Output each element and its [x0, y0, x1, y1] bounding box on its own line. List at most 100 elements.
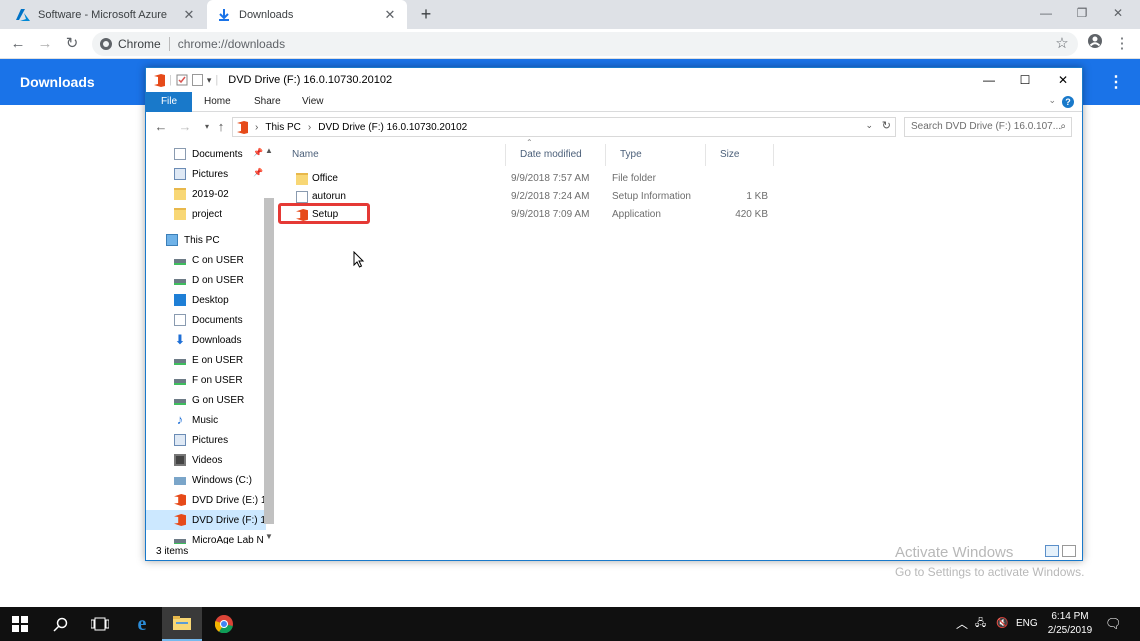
nav-item-project[interactable]: project	[146, 204, 266, 224]
explorer-address-bar[interactable]: › This PC › DVD Drive (F:) 16.0.10730.20…	[232, 117, 896, 137]
nav-item-this-pc[interactable]: This PC	[146, 230, 266, 250]
expand-ribbon-icon[interactable]: ⌄	[1048, 95, 1056, 106]
nav-item-pictures[interactable]: Pictures	[146, 430, 266, 450]
chrome-icon[interactable]	[204, 607, 244, 641]
nav-item-f-on-user[interactable]: F on USER	[146, 370, 266, 390]
file-name: Office	[312, 173, 338, 184]
search-input[interactable]: Search DVD Drive (F:) 16.0.107... ⌕	[904, 117, 1072, 137]
properties-icon[interactable]	[176, 74, 188, 86]
nav-item-microage-lab[interactable]: MicroAge Lab N	[146, 530, 266, 544]
maximize-icon[interactable]: ☐	[1006, 68, 1044, 92]
column-header-type[interactable]: Type	[606, 144, 706, 166]
omnibox-url: chrome://downloads	[177, 37, 286, 51]
breadcrumb-dvd-drive[interactable]: DVD Drive (F:) 16.0.10730.20102	[318, 122, 467, 133]
folder-icon	[296, 173, 308, 185]
nav-item-pictures-pinned[interactable]: Pictures 📌	[146, 164, 266, 184]
notifications-icon[interactable]: 🗨	[1105, 607, 1122, 641]
nav-item-documents[interactable]: Documents	[146, 310, 266, 330]
tab-home[interactable]: Home	[194, 92, 241, 112]
task-view-icon[interactable]	[80, 607, 120, 641]
nav-item-label: Pictures	[192, 168, 229, 180]
tab-downloads[interactable]: Downloads ✕	[207, 0, 407, 29]
address-bar[interactable]: Chrome chrome://downloads	[92, 32, 1078, 56]
file-type: Application	[612, 209, 661, 220]
show-hidden-icons-icon[interactable]: ︿	[956, 607, 968, 641]
new-folder-icon[interactable]	[191, 74, 203, 86]
nav-item-label: E on USER	[192, 354, 244, 366]
download-icon	[217, 8, 231, 22]
address-dropdown-icon[interactable]: ⌄	[865, 120, 873, 131]
details-view-icon[interactable]	[1045, 545, 1059, 557]
nav-item-dvd-drive-e[interactable]: DVD Drive (E:) 16	[146, 490, 266, 510]
scroll-up-icon[interactable]: ▲	[264, 146, 274, 155]
tab-file[interactable]: File	[146, 92, 192, 112]
nav-item-downloads[interactable]: ⬇ Downloads	[146, 330, 266, 350]
nav-item-c-on-user[interactable]: C on USER	[146, 250, 266, 270]
scroll-down-icon[interactable]: ▼	[264, 532, 274, 541]
column-header-date-modified[interactable]: Date modified	[506, 144, 606, 166]
downloads-menu-icon[interactable]: ⋮	[1108, 72, 1124, 92]
nav-item-label: This PC	[184, 234, 220, 246]
nav-item-label: Pictures	[192, 434, 229, 446]
forward-icon[interactable]: →	[35, 34, 55, 54]
nav-item-dvd-drive-f[interactable]: DVD Drive (F:) 16	[146, 510, 266, 530]
close-window-icon[interactable]: ✕	[1044, 68, 1082, 92]
minimize-icon[interactable]: —	[970, 68, 1008, 92]
new-tab-button[interactable]: +	[416, 4, 436, 24]
nav-item-desktop[interactable]: Desktop	[146, 290, 266, 310]
file-row-autorun[interactable]: autorun 9/2/2018 7:24 AM Setup Informati…	[278, 188, 918, 206]
clock-date: 2/25/2019	[1047, 625, 1093, 636]
column-header-size[interactable]: Size	[706, 144, 774, 166]
navigation-pane[interactable]: Documents 📌 Pictures 📌 2019-02 project T…	[146, 144, 276, 544]
large-icons-view-icon[interactable]	[1062, 545, 1076, 557]
forward-icon[interactable]: →	[176, 117, 194, 137]
internet-explorer-icon[interactable]: e	[122, 607, 162, 641]
start-icon[interactable]	[0, 607, 40, 641]
system-clock[interactable]: 6:14 PM 2/25/2019	[1040, 610, 1100, 638]
azure-icon	[16, 8, 30, 22]
nav-item-label: Windows (C:)	[192, 474, 253, 486]
close-tab-icon[interactable]: ✕	[182, 7, 196, 23]
nav-item-windows-c[interactable]: Windows (C:)	[146, 470, 266, 490]
tab-label: Downloads	[239, 8, 294, 21]
reload-icon[interactable]: ↻	[62, 34, 82, 54]
back-icon[interactable]: ←	[152, 117, 170, 137]
nav-item-g-on-user[interactable]: G on USER	[146, 390, 266, 410]
breadcrumb-this-pc[interactable]: This PC	[265, 122, 301, 133]
volume-muted-icon[interactable]: 🔇	[996, 607, 1008, 641]
navigation-scrollbar[interactable]: ▲ ▼	[262, 144, 276, 544]
file-explorer-icon[interactable]	[162, 607, 202, 641]
customize-qat-icon[interactable]: ▾	[207, 75, 212, 86]
tab-azure[interactable]: Software - Microsoft Azure ✕	[6, 0, 206, 29]
nav-item-d-on-user[interactable]: D on USER	[146, 270, 266, 290]
close-window-icon[interactable]: ✕	[1100, 0, 1136, 29]
tab-share[interactable]: Share	[244, 92, 291, 112]
file-type: File folder	[612, 173, 656, 184]
scrollbar-thumb[interactable]	[264, 198, 274, 524]
refresh-icon[interactable]: ↻	[882, 119, 891, 132]
language-indicator[interactable]: ENG	[1016, 607, 1038, 641]
nav-item-2019-02[interactable]: 2019-02	[146, 184, 266, 204]
nav-item-videos[interactable]: Videos	[146, 450, 266, 470]
column-header-name[interactable]: Name	[278, 144, 506, 166]
nav-item-music[interactable]: ♪ Music	[146, 410, 266, 430]
file-row-office[interactable]: Office 9/9/2018 7:57 AM File folder	[278, 170, 918, 188]
help-icon[interactable]: ?	[1062, 96, 1074, 108]
profile-icon[interactable]	[1085, 34, 1105, 54]
nav-item-e-on-user[interactable]: E on USER	[146, 350, 266, 370]
close-tab-icon[interactable]: ✕	[383, 7, 397, 23]
file-list[interactable]: ⌃ Name Date modified Type Size Office 9/…	[278, 138, 1082, 544]
up-icon[interactable]: ↑	[212, 117, 230, 137]
tab-view[interactable]: View	[292, 92, 334, 112]
nav-item-documents-pinned[interactable]: Documents 📌	[146, 144, 266, 164]
browser-tab-strip: Software - Microsoft Azure ✕ Downloads ✕…	[0, 0, 1140, 29]
search-icon[interactable]	[40, 607, 80, 641]
restore-icon[interactable]: ❐	[1064, 0, 1100, 29]
network-icon[interactable]: 🖧	[975, 607, 986, 641]
minimize-icon[interactable]: —	[1028, 0, 1064, 29]
file-row-setup[interactable]: Setup 9/9/2018 7:09 AM Application 420 K…	[278, 206, 918, 224]
activation-watermark-title: Activate Windows	[895, 544, 1014, 561]
bookmark-star-icon[interactable]: ☆	[1052, 34, 1072, 54]
browser-menu-icon[interactable]: ⋮	[1112, 34, 1132, 54]
back-icon[interactable]: ←	[8, 34, 28, 54]
